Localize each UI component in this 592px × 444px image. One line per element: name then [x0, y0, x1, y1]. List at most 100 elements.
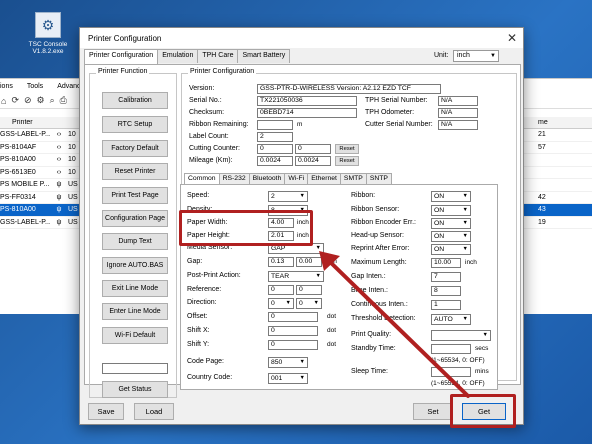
- gap-intensity-field[interactable]: 7: [431, 272, 461, 282]
- reference-label: Reference:: [187, 286, 222, 293]
- threshold-select[interactable]: AUTO ▼: [431, 314, 471, 325]
- direction-select[interactable]: 0 ▼: [268, 298, 294, 309]
- tab-smtp[interactable]: SMTP: [339, 173, 367, 184]
- max-length-field[interactable]: 10.00: [431, 258, 461, 268]
- cutting-counter-field: 0: [257, 144, 293, 154]
- threshold-label: Threshold Detection:: [351, 315, 416, 322]
- headup-sensor-label: Head-up Sensor:: [351, 232, 404, 239]
- mileage-label: Mileage (Km):: [189, 157, 233, 164]
- bline-intensity-label: Bline Inten.:: [351, 287, 388, 294]
- tab-bluetooth[interactable]: Bluetooth: [248, 173, 286, 184]
- tab-wifi[interactable]: Wi-Fi: [284, 173, 309, 184]
- code-page-select[interactable]: 850 ▼: [268, 357, 308, 368]
- offset-field[interactable]: 0: [268, 312, 318, 322]
- tab-sntp[interactable]: SNTP: [365, 173, 392, 184]
- tab-smart-battery[interactable]: Smart Battery: [237, 49, 291, 63]
- chevron-down-icon: ▼: [490, 53, 496, 59]
- tab-ethernet[interactable]: Ethernet: [307, 173, 341, 184]
- menu-options[interactable]: ions: [0, 83, 13, 90]
- continuous-intensity-field[interactable]: 1: [431, 300, 461, 310]
- toolbar-icon[interactable]: ⌂: [1, 96, 6, 106]
- max-length-unit: inch: [465, 259, 477, 266]
- reference-y-field[interactable]: 0: [296, 285, 322, 295]
- reprint-select[interactable]: ON ▼: [431, 244, 471, 255]
- headup-sensor-select[interactable]: ON ▼: [431, 231, 471, 242]
- tab-common[interactable]: Common: [184, 173, 220, 184]
- save-button[interactable]: Save: [88, 403, 124, 420]
- unit-select[interactable]: inch ▼: [453, 50, 499, 62]
- printer-name: PS-6513E0: [0, 168, 36, 176]
- search-icon[interactable]: ⌕: [50, 95, 55, 106]
- enter-line-mode-button[interactable]: Enter Line Mode: [102, 303, 168, 320]
- reference-x-field[interactable]: 0: [268, 285, 294, 295]
- post-print-select[interactable]: TEAR ▼: [268, 271, 324, 282]
- tab-emulation[interactable]: Emulation: [157, 49, 199, 63]
- printer-name: PS-810A00: [0, 156, 36, 164]
- close-icon[interactable]: ✕: [507, 31, 517, 45]
- shift-x-field[interactable]: 0: [268, 326, 318, 336]
- stop-icon[interactable]: ⊘: [24, 95, 32, 106]
- reset-printer-button[interactable]: Reset Printer: [102, 163, 168, 180]
- gap-field[interactable]: 0.13: [268, 257, 294, 267]
- reset-cutting-button[interactable]: Reset: [335, 144, 359, 154]
- cutter-serial-field: N/A: [438, 120, 478, 130]
- tab-printer-configuration[interactable]: Printer Configuration: [84, 49, 159, 64]
- settings-icon[interactable]: ⚙: [37, 95, 45, 106]
- ribbon-value: ON: [434, 193, 445, 200]
- ribbon-remaining-field: [257, 120, 293, 130]
- chevron-down-icon: ▼: [462, 316, 468, 322]
- shift-x-unit: dot: [327, 327, 337, 334]
- bline-intensity-field[interactable]: 8: [431, 286, 461, 296]
- ribbon-sensor-select[interactable]: ON ▼: [431, 205, 471, 216]
- speed-label: Speed:: [187, 192, 210, 199]
- ribbon-remaining-unit: m: [297, 121, 303, 128]
- configuration-page-button[interactable]: Configuration Page: [102, 210, 168, 227]
- tab-tph-care[interactable]: TPH Care: [197, 49, 239, 63]
- chevron-down-icon: ▼: [462, 246, 468, 252]
- gap-unit: inch: [325, 258, 337, 265]
- table-cell: 57: [512, 142, 592, 154]
- speed-select[interactable]: 2 ▼: [268, 191, 308, 202]
- code-page-value: 850: [271, 359, 283, 366]
- ribbon-select[interactable]: ON ▼: [431, 191, 471, 202]
- column-printer[interactable]: Printer: [0, 119, 50, 126]
- reset-mileage-button[interactable]: Reset: [335, 156, 359, 166]
- ribbon-encoder-select[interactable]: ON ▼: [431, 218, 471, 229]
- mileage-field-2: 0.0024: [295, 156, 331, 166]
- get-status-button[interactable]: Get Status: [102, 381, 168, 398]
- serial-label: Serial No.:: [189, 97, 222, 104]
- sleep-time-field[interactable]: [431, 367, 471, 377]
- factory-default-button[interactable]: Factory Default: [102, 140, 168, 157]
- refresh-icon[interactable]: ⟳: [11, 95, 19, 106]
- tab-rs232[interactable]: RS-232: [218, 173, 250, 184]
- shift-y-field[interactable]: 0: [268, 340, 318, 350]
- speed-value: 2: [271, 193, 275, 200]
- serial-field: TX221050036: [257, 96, 357, 106]
- wifi-default-button[interactable]: Wi-Fi Default: [102, 327, 168, 344]
- ignore-autobas-button[interactable]: Ignore AUTO.BAS: [102, 257, 168, 274]
- usb-icon: ψ: [56, 206, 62, 214]
- menu-tools[interactable]: Tools: [27, 83, 43, 90]
- headup-sensor-value: ON: [434, 233, 445, 240]
- print-quality-select[interactable]: ▼: [431, 330, 491, 341]
- tph-odometer-label: TPH Odometer:: [365, 109, 415, 116]
- gap-offset-field[interactable]: 0.00: [296, 257, 322, 267]
- desktop-shortcut[interactable]: ⚙ TSC Console V1.8.2.exe: [22, 12, 74, 56]
- unit-select-value: inch: [457, 52, 470, 59]
- print-icon[interactable]: ⎙: [60, 95, 67, 106]
- ribbon-sensor-value: ON: [434, 207, 445, 214]
- column-name[interactable]: me: [538, 119, 548, 126]
- calibration-button[interactable]: Calibration: [102, 92, 168, 109]
- mileage-field: 0.0024: [257, 156, 293, 166]
- standby-time-field[interactable]: [431, 344, 471, 354]
- load-button[interactable]: Load: [134, 403, 174, 420]
- print-test-page-button[interactable]: Print Test Page: [102, 187, 168, 204]
- country-code-select[interactable]: 001 ▼: [268, 373, 308, 384]
- dump-text-button[interactable]: Dump Text: [102, 233, 168, 250]
- exit-line-mode-button[interactable]: Exit Line Mode: [102, 280, 168, 297]
- set-button[interactable]: Set: [413, 403, 453, 420]
- mirror-select[interactable]: 0 ▼: [296, 298, 322, 309]
- dialog-titlebar: Printer Configuration ✕: [80, 28, 523, 48]
- standby-time-unit: secs: [475, 345, 489, 352]
- rtc-setup-button[interactable]: RTC Setup: [102, 116, 168, 133]
